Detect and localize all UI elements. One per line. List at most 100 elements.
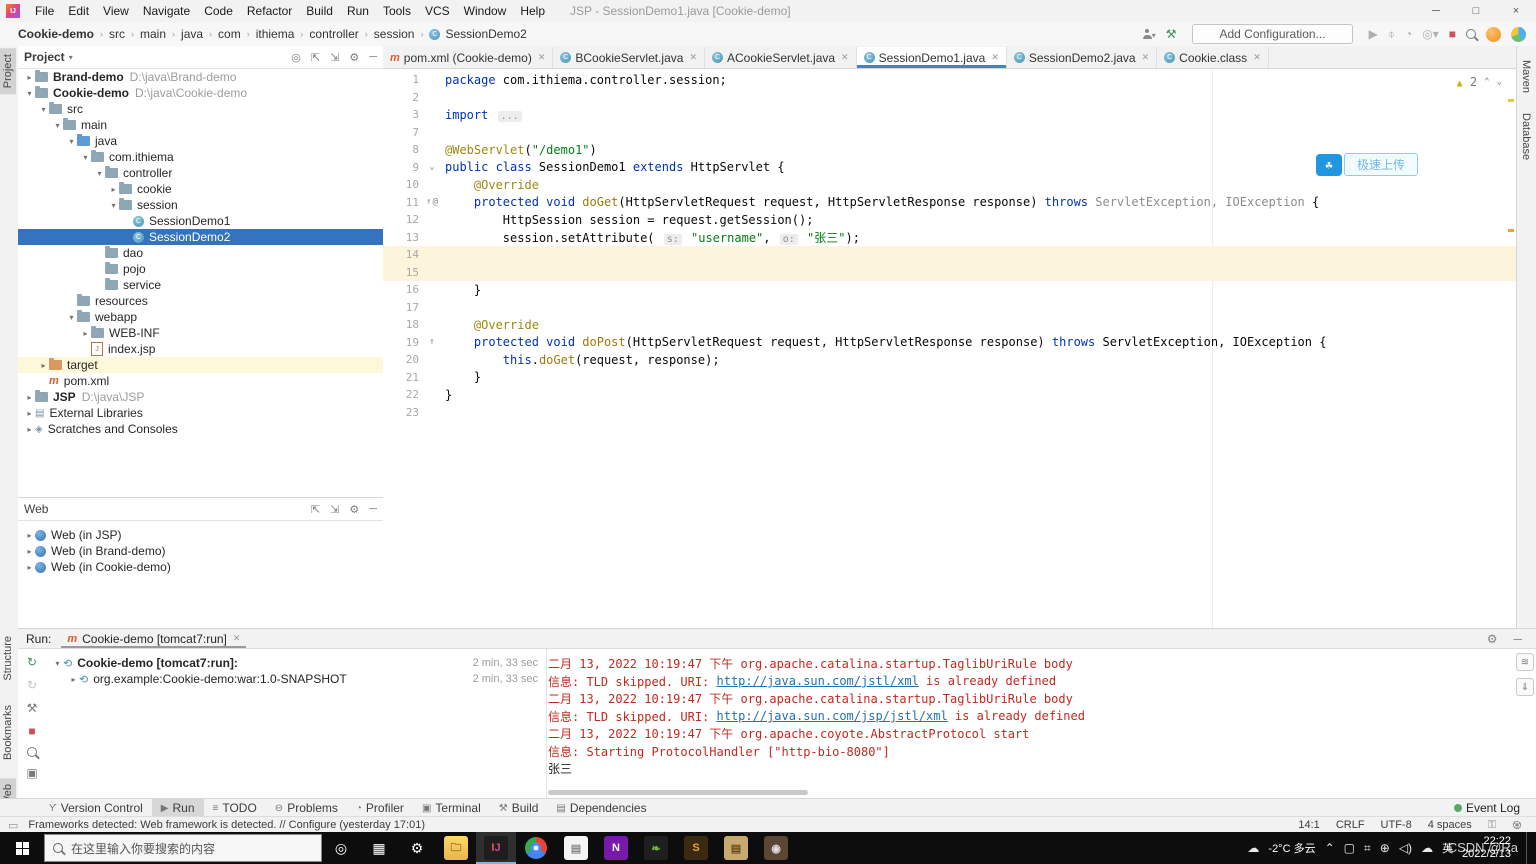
tool-stripe-project[interactable]: Project xyxy=(0,48,16,95)
menu-tools[interactable]: Tools xyxy=(376,0,418,22)
tree-chevron-icon[interactable]: ▸ xyxy=(24,393,35,402)
menu-code[interactable]: Code xyxy=(197,0,240,22)
tree-chevron-icon[interactable]: ▾ xyxy=(24,89,35,98)
netdisk-icon[interactable]: ☘ xyxy=(1315,153,1342,176)
tray-expand-icon[interactable]: ⌃ xyxy=(1325,841,1335,855)
tree-row[interactable]: ▸ WEB-INF xyxy=(18,325,383,341)
hide-panel-icon[interactable]: ─ xyxy=(369,503,377,515)
web-list-item[interactable]: ▸ Web (in JSP) xyxy=(18,527,383,543)
close-icon[interactable]: ✕ xyxy=(1253,52,1261,63)
tool-stripe-structure[interactable]: Structure xyxy=(0,630,16,687)
override-marker-icon[interactable]: ⌄ xyxy=(429,162,434,172)
tree-chevron-icon[interactable]: ▾ xyxy=(38,105,49,114)
cortana-icon[interactable]: ◎ xyxy=(322,832,360,864)
indent-setting[interactable]: 4 spaces xyxy=(1428,819,1472,832)
breadcrumb-item[interactable]: Cookie-demo xyxy=(14,26,98,42)
network-icon[interactable]: ⌗ xyxy=(1364,841,1371,856)
tree-row[interactable]: Jindex.jsp xyxy=(18,341,383,357)
gear-icon[interactable]: ⚙ xyxy=(1487,632,1498,646)
tree-chevron-icon[interactable]: ▸ xyxy=(24,409,35,418)
tree-row[interactable]: ▸ ▤ External Libraries xyxy=(18,405,383,421)
editor-tab[interactable]: C ACookieServlet.java ✕ xyxy=(704,47,857,68)
tree-row[interactable]: ▸ JSP D:\java\JSP xyxy=(18,389,383,405)
screenshot-icon[interactable]: ▣ xyxy=(26,766,37,780)
search-console-icon[interactable] xyxy=(27,747,37,757)
taskbar-app-onenote[interactable]: N xyxy=(596,832,636,864)
tree-chevron-icon[interactable]: ▸ xyxy=(24,73,35,82)
run-icon[interactable]: ▶ xyxy=(1369,27,1378,41)
plugin-orange-icon[interactable] xyxy=(1486,26,1501,42)
code-line[interactable]: 22} xyxy=(383,386,1516,404)
breadcrumb-item[interactable]: main xyxy=(136,26,170,42)
annotation-gutter-icon[interactable]: @ xyxy=(433,197,438,207)
weather-text[interactable]: -2°C 多云 xyxy=(1268,840,1315,856)
tool-window-button-build[interactable]: ⚒ Build xyxy=(490,799,548,817)
tree-row[interactable]: ▾ webapp xyxy=(18,309,383,325)
tree-chevron-icon[interactable]: ▾ xyxy=(66,313,77,322)
expand-all-icon[interactable]: ⇲ xyxy=(330,51,339,64)
tool-window-button-profiler[interactable]: ◔ Profiler xyxy=(347,799,413,817)
code-line[interactable]: 1 package com.ithiema.controller.session; xyxy=(383,71,1516,89)
close-icon[interactable]: ✕ xyxy=(991,52,999,63)
menu-refactor[interactable]: Refactor xyxy=(240,0,299,22)
close-icon[interactable]: ✕ xyxy=(233,633,241,644)
tool-window-button-dependencies[interactable]: ▤ Dependencies xyxy=(547,799,655,817)
tool-stripe-bookmarks[interactable]: Bookmarks xyxy=(0,699,16,766)
run-console[interactable]: 二月 13, 2022 10:19:47 下午 org.apache.catal… xyxy=(548,649,1514,799)
file-encoding[interactable]: UTF-8 xyxy=(1381,819,1412,832)
next-problem-icon[interactable]: ⌄ xyxy=(1497,77,1502,87)
taskbar-app-chrome[interactable] xyxy=(516,832,556,864)
override-marker-icon[interactable]: ↑ xyxy=(426,197,431,207)
tool-stripe-database[interactable]: Database xyxy=(1518,107,1534,166)
tool-window-button-problems[interactable]: ⊖ Problems xyxy=(266,799,347,817)
hide-panel-icon[interactable]: ─ xyxy=(369,51,377,63)
tree-row[interactable]: ▾ com.ithiema xyxy=(18,149,383,165)
code-line[interactable]: 17 xyxy=(383,299,1516,317)
taskbar-app-explorer[interactable]: 🗀 xyxy=(436,832,476,864)
close-icon[interactable]: × xyxy=(1496,0,1536,22)
editor-tab[interactable]: C SessionDemo2.java ✕ xyxy=(1006,47,1158,68)
tree-chevron-icon[interactable]: ▸ xyxy=(24,425,35,434)
taskbar-clock[interactable]: 22:22 2022/2/13 xyxy=(1462,835,1517,861)
globe-icon[interactable]: ⊕ xyxy=(1380,841,1390,855)
tree-row[interactable]: ▾ controller xyxy=(18,165,383,181)
breadcrumb-item[interactable]: ithiema xyxy=(252,26,299,42)
maximize-icon[interactable]: □ xyxy=(1456,0,1496,22)
caret-position[interactable]: 14:1 xyxy=(1298,819,1319,832)
run-tree-row[interactable]: ▸ ⟲ org.example:Cookie-demo:war:1.0-SNAPSH… xyxy=(46,671,546,687)
search-everywhere-icon[interactable] xyxy=(1466,29,1476,39)
code-line[interactable]: 11 ↑ @ protected void doGet(HttpServletReq… xyxy=(383,194,1516,212)
menu-file[interactable]: File xyxy=(28,0,61,22)
chevron-down-icon[interactable]: ▾ xyxy=(69,53,73,62)
code-line[interactable]: 16 } xyxy=(383,281,1516,299)
tree-row[interactable]: C SessionDemo2 xyxy=(18,229,383,245)
code-line[interactable]: 23 xyxy=(383,404,1516,422)
tree-chevron-icon[interactable]: ▾ xyxy=(52,659,63,668)
menu-vcs[interactable]: VCS xyxy=(418,0,457,22)
tool-window-button-todo[interactable]: ≡ TODO xyxy=(204,799,266,817)
tree-row[interactable]: ▾ Cookie-demo D:\java\Cookie-demo xyxy=(18,85,383,101)
code-line[interactable]: 10 @Override xyxy=(383,176,1516,194)
breadcrumb-item[interactable]: C SessionDemo2 xyxy=(425,26,530,42)
minimize-icon[interactable]: ─ xyxy=(1416,0,1456,22)
breadcrumb-item[interactable]: session xyxy=(370,26,419,42)
tree-chevron-icon[interactable]: ▸ xyxy=(68,675,79,684)
menu-window[interactable]: Window xyxy=(457,0,514,22)
start-button[interactable] xyxy=(0,832,44,864)
tree-row[interactable]: ▾ main xyxy=(18,117,383,133)
coverage-icon[interactable]: ◎▾ xyxy=(1422,27,1439,41)
cloud-sync-icon[interactable]: ☁ xyxy=(1421,841,1433,855)
stop-icon[interactable]: ■ xyxy=(1449,27,1456,41)
tree-row[interactable]: ▸ ◈ Scratches and Consoles xyxy=(18,421,383,437)
line-separator[interactable]: CRLF xyxy=(1336,819,1365,832)
web-list-item[interactable]: ▸ Web (in Brand-demo) xyxy=(18,543,383,559)
override-marker-icon[interactable]: ↑ xyxy=(429,337,434,347)
stop-icon[interactable]: ■ xyxy=(28,724,35,738)
tree-chevron-icon[interactable]: ▾ xyxy=(94,169,105,178)
close-icon[interactable]: ✕ xyxy=(689,52,697,63)
console-link[interactable]: http://java.sun.com/jsp/jstl/xml xyxy=(717,709,948,723)
tree-row[interactable]: C SessionDemo1 xyxy=(18,213,383,229)
run-configuration-select[interactable]: Add Configuration... xyxy=(1192,24,1353,44)
menu-build[interactable]: Build xyxy=(299,0,340,22)
tool-stripe-maven[interactable]: Maven xyxy=(1518,54,1534,99)
